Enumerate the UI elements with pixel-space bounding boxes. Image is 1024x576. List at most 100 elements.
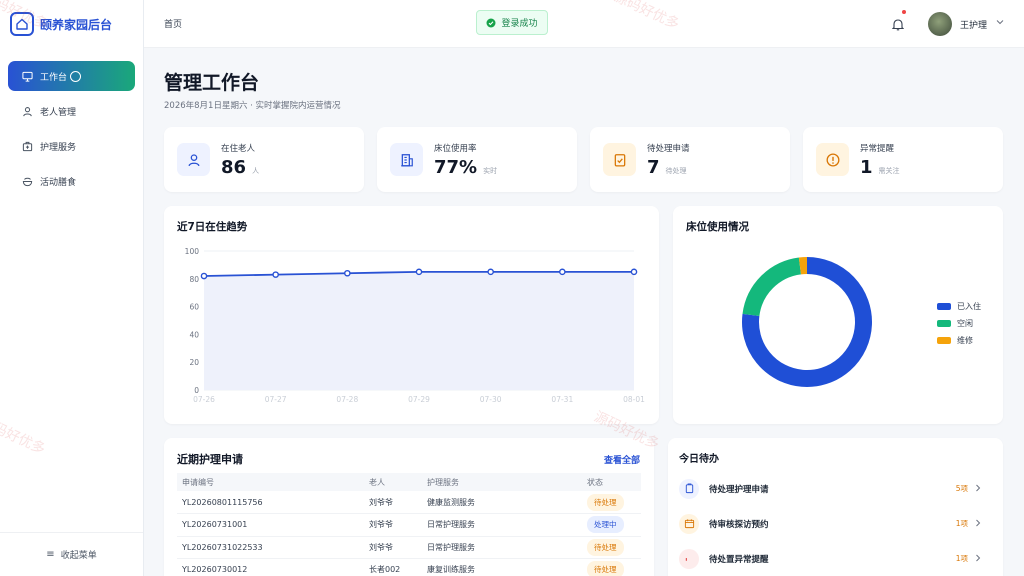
home-logo-icon xyxy=(10,12,34,36)
x-tick-label: 07-30 xyxy=(480,395,502,404)
cell-id: YL20260801115756 xyxy=(177,491,364,514)
data-point[interactable] xyxy=(344,269,351,277)
stat-label: 异常提醒 xyxy=(860,144,895,154)
sidebar-item-label: 护理服务 xyxy=(40,142,77,153)
user-name[interactable]: 王护理 xyxy=(960,18,987,31)
x-tick-label: 07-29 xyxy=(408,395,430,404)
data-point[interactable] xyxy=(272,271,279,278)
cursor-ring-icon xyxy=(70,70,82,82)
area-fill xyxy=(204,271,634,390)
y-tick-label: 20 xyxy=(189,358,199,367)
chevron-right-icon xyxy=(976,554,981,562)
donut-slice[interactable] xyxy=(742,257,802,317)
brand[interactable]: 颐养家园后台 xyxy=(0,0,143,48)
stat-value: 77% 实时 xyxy=(434,157,498,178)
table-row[interactable]: YL20260801115756 刘爷爷 健康监测服务 待处理 xyxy=(177,491,641,514)
cell-status: 待处理 xyxy=(582,536,641,559)
column-header: 状态 xyxy=(582,473,641,491)
avatar[interactable] xyxy=(928,12,952,36)
view-all-link[interactable]: 查看全部 xyxy=(604,453,640,466)
todo-item[interactable]: 待处理护理申请 5项 xyxy=(676,474,990,503)
sidebar-menu: 工作台 老人管理 护理服务 活动膳食 xyxy=(0,61,143,196)
data-point[interactable] xyxy=(630,268,638,276)
trend-chart: 0 20 40 60 80 100 07-26 07-27 07-28 07-29 07-30 07-… xyxy=(185,247,645,404)
legend-item[interactable]: 空闲 xyxy=(937,315,981,332)
top-header: 首页 登录成功 王护理 xyxy=(144,0,1024,48)
todo-label: 待处理护理申请 xyxy=(709,484,769,495)
bed-chart-card: 床位使用情况 已入住 空闲 维修 xyxy=(673,206,1003,424)
notification-dot xyxy=(902,10,906,14)
sidebar-item-label: 活动膳食 xyxy=(40,177,77,188)
calendar-icon xyxy=(684,519,694,529)
stat-unit: 需关注 xyxy=(878,167,900,175)
y-tick-label: 100 xyxy=(185,247,200,256)
stat-icon-wrap xyxy=(816,143,849,176)
sidebar-item-dashboard[interactable]: 工作台 xyxy=(8,61,135,91)
stat-icon-wrap xyxy=(603,143,636,176)
table-row[interactable]: YL20260731022533 刘爷爷 日常护理服务 待处理 xyxy=(177,536,641,559)
app-title: 颐养家园后台 xyxy=(40,17,113,32)
table-row[interactable]: YL20260730012 长者002 康复训练服务 待处理 xyxy=(177,558,641,576)
cell-service: 健康监测服务 xyxy=(422,491,582,514)
column-header: 申请编号 xyxy=(177,473,364,491)
status-badge: 待处理 xyxy=(587,561,624,576)
chevron-right-icon xyxy=(976,484,981,492)
sidebar-item-elders[interactable]: 老人管理 xyxy=(8,96,135,126)
data-point[interactable] xyxy=(487,268,494,276)
column-header: 老人 xyxy=(364,473,422,491)
todo-title: 今日待办 xyxy=(679,454,719,465)
table-header-row: 申请编号 老人 护理服务 状态 xyxy=(177,473,641,491)
todo-count: 1项 xyxy=(955,554,968,563)
cell-elder: 刘爷爷 xyxy=(364,536,422,559)
stat-card-elders[interactable]: 在住老人 86 人 xyxy=(164,127,364,192)
legend-item[interactable]: 已入住 xyxy=(937,298,981,315)
monitor-icon xyxy=(22,71,33,82)
breadcrumb[interactable]: 首页 xyxy=(164,17,182,30)
cell-elder: 刘爷爷 xyxy=(364,513,422,537)
cell-id: YL20260731001 xyxy=(177,513,364,537)
todo-icon-wrap xyxy=(679,478,699,499)
legend-label: 空闲 xyxy=(957,319,973,328)
menu-lines-icon: ≡ xyxy=(46,549,55,560)
data-point[interactable] xyxy=(559,268,566,276)
data-point[interactable] xyxy=(200,272,208,280)
legend-label: 维修 xyxy=(957,336,973,345)
stat-card-alerts[interactable]: 异常提醒 1 需关注 xyxy=(803,127,1003,192)
collapse-menu-button[interactable]: ≡ 收起菜单 xyxy=(0,532,143,576)
stat-label: 待处理申请 xyxy=(647,144,690,154)
care-requests-card: 近期护理申请 查看全部 申请编号 老人 护理服务 状态 YL2026080111… xyxy=(164,438,654,576)
sidebar-item-care[interactable]: 护理服务 xyxy=(8,131,135,161)
care-requests-table: 申请编号 老人 护理服务 状态 YL20260801115756 刘爷爷 健康监测服… xyxy=(177,473,641,576)
todo-item[interactable]: 待处置异常提醒 1项 xyxy=(676,544,990,573)
stat-unit: 待处理 xyxy=(665,167,687,175)
y-tick-label: 80 xyxy=(189,275,199,284)
legend-swatch xyxy=(937,303,951,310)
todo-label: 待处置异常提醒 xyxy=(709,554,769,565)
stat-unit: 实时 xyxy=(483,167,498,175)
cell-status: 待处理 xyxy=(582,558,641,576)
stat-card-bed-rate[interactable]: 床位使用率 77% 实时 xyxy=(377,127,577,192)
stat-label: 在住老人 xyxy=(221,144,256,154)
legend-label: 已入住 xyxy=(957,302,981,311)
table-row[interactable]: YL20260731001 刘爷爷 日常护理服务 处理中 xyxy=(177,513,641,537)
chevron-right-icon xyxy=(976,519,981,527)
legend-item[interactable]: 维修 xyxy=(937,332,981,349)
data-point[interactable] xyxy=(415,268,423,276)
todo-item[interactable]: 待审核探访预约 1项 xyxy=(676,509,990,538)
alert-circle-icon xyxy=(826,153,839,166)
user-icon xyxy=(187,153,200,166)
chevron-down-icon[interactable] xyxy=(996,18,1004,26)
todo-card: 今日待办 待处理护理申请 5项 待审核探访预约 1项待处置异常提醒 1项 xyxy=(668,438,1003,576)
cell-service: 康复训练服务 xyxy=(422,558,582,576)
legend-swatch xyxy=(937,337,951,344)
sidebar: 颐养家园后台 工作台 老人管理 护理服务 活动膳食 ≡ 收起菜单 xyxy=(0,0,144,576)
stat-card-pending[interactable]: 待处理申请 7 待处理 xyxy=(590,127,790,192)
sidebar-item-activities[interactable]: 活动膳食 xyxy=(8,166,135,196)
notification-button[interactable] xyxy=(891,10,906,35)
x-tick-label: 07-28 xyxy=(336,395,358,404)
user-icon xyxy=(23,106,32,116)
cell-status: 处理中 xyxy=(582,513,641,537)
care-requests-title: 近期护理申请 xyxy=(177,453,243,466)
bed-chart-legend: 已入住 空闲 维修 xyxy=(937,298,981,349)
stat-value: 7 待处理 xyxy=(647,157,687,178)
